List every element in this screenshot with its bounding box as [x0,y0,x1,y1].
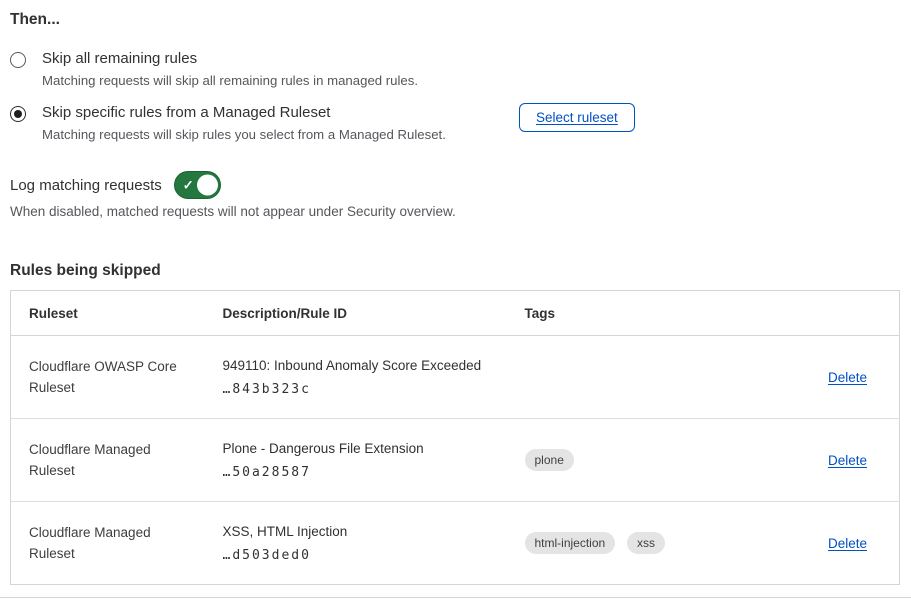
delete-link[interactable]: Delete [828,370,867,385]
rules-skipped-heading: Rules being skipped [10,262,161,280]
tag-pill: plone [525,449,574,471]
ruleset-name: Cloudflare Managed Ruleset [29,439,195,481]
tags-cell [507,336,780,419]
radio-skip-specific[interactable] [10,106,26,122]
column-header-description: Description/Rule ID [205,291,507,336]
rule-id: …843b323c [223,382,497,397]
option-skip-all: Skip all remaining rules Matching reques… [10,50,418,88]
table-row: Cloudflare Managed Ruleset XSS, HTML Inj… [11,502,900,585]
bottom-divider [0,597,911,598]
rule-description: Plone - Dangerous File Extension [223,441,497,456]
table-row: Cloudflare Managed Ruleset Plone - Dange… [11,419,900,502]
radio-skip-all[interactable] [10,52,26,68]
ruleset-name: Cloudflare OWASP Core Ruleset [29,356,195,398]
check-icon: ✓ [183,179,194,192]
toggle-knob [197,175,218,196]
table-header-row: Ruleset Description/Rule ID Tags [11,291,900,336]
tag-pill: xss [627,532,665,554]
then-heading: Then... [10,11,60,29]
column-header-tags: Tags [507,291,780,336]
delete-link[interactable]: Delete [828,453,867,468]
log-matching-toggle[interactable]: ✓ [174,171,221,199]
select-ruleset-button[interactable]: Select ruleset [519,103,635,132]
select-ruleset-button-label: Select ruleset [536,110,618,125]
option-skip-specific: Skip specific rules from a Managed Rules… [10,104,446,142]
rules-skipped-table: Ruleset Description/Rule ID Tags Cloudfl… [10,290,900,585]
delete-link[interactable]: Delete [828,536,867,551]
log-matching-label: Log matching requests [10,177,162,194]
option-skip-specific-description: Matching requests will skip rules you se… [42,127,446,142]
rule-id: …50a28587 [223,465,497,480]
log-matching-row: Log matching requests ✓ [10,171,221,199]
option-skip-specific-label[interactable]: Skip specific rules from a Managed Rules… [42,104,446,121]
rule-description: XSS, HTML Injection [223,524,497,539]
rule-id: …d503ded0 [223,548,497,563]
log-matching-description: When disabled, matched requests will not… [10,204,456,219]
option-skip-all-description: Matching requests will skip all remainin… [42,73,418,88]
table-row: Cloudflare OWASP Core Ruleset 949110: In… [11,336,900,419]
column-header-ruleset: Ruleset [11,291,205,336]
rule-description: 949110: Inbound Anomaly Score Exceeded [223,358,497,373]
column-header-actions [780,291,900,336]
tags-cell: html-injection xss [507,502,780,585]
ruleset-name: Cloudflare Managed Ruleset [29,522,195,564]
option-skip-all-label[interactable]: Skip all remaining rules [42,50,418,67]
tag-pill: html-injection [525,532,616,554]
tags-cell: plone [507,419,780,502]
